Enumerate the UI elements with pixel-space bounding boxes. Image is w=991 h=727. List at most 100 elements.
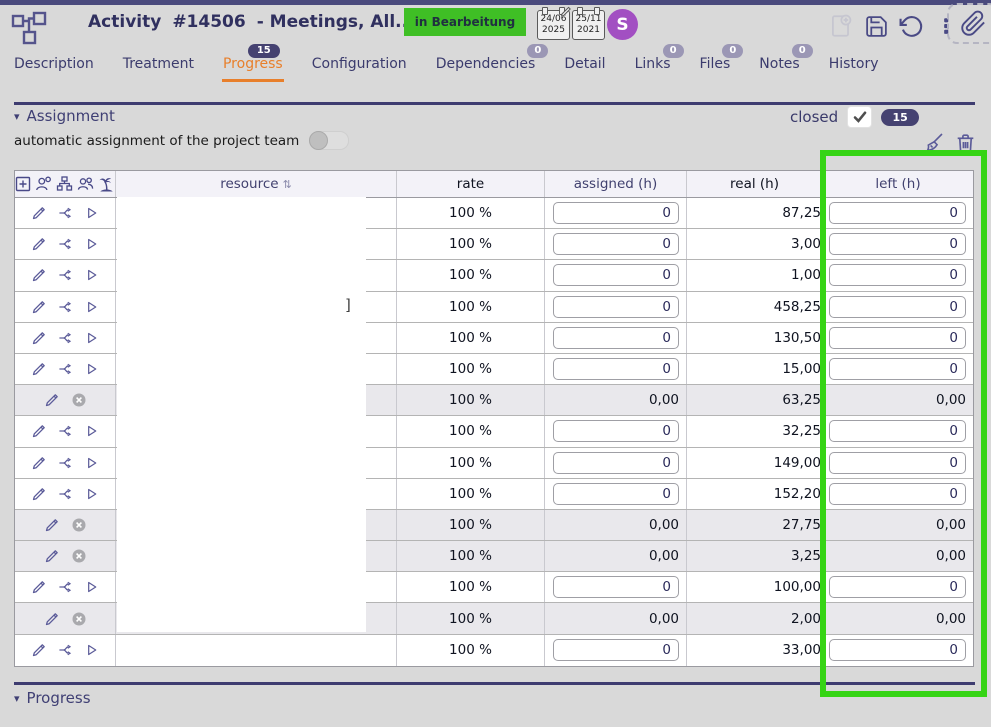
play-icon[interactable]	[84, 423, 99, 439]
attachment-dropzone[interactable]	[947, 3, 991, 44]
progress-section-header[interactable]: ▾ Progress	[14, 689, 91, 707]
assigned-input[interactable]	[553, 420, 679, 442]
play-icon[interactable]	[84, 205, 99, 221]
left-input[interactable]	[829, 483, 966, 505]
split-branch-icon[interactable]	[58, 455, 73, 471]
left-input[interactable]	[829, 264, 966, 286]
auto-assignment-toggle[interactable]	[309, 131, 349, 150]
tab-configuration[interactable]: Configuration	[311, 48, 408, 82]
tab-history[interactable]: History	[828, 48, 880, 82]
edit-pencil-icon[interactable]	[31, 236, 47, 252]
left-input[interactable]	[829, 639, 966, 661]
assigned-input[interactable]	[553, 483, 679, 505]
edit-pencil-icon[interactable]	[44, 611, 60, 627]
edit-pencil-icon[interactable]	[44, 548, 60, 564]
assigned-input[interactable]	[553, 576, 679, 598]
status-badge[interactable]: in Bearbeitung	[404, 8, 526, 36]
play-icon[interactable]	[84, 361, 99, 377]
closed-checkbox[interactable]	[847, 106, 872, 128]
split-branch-icon[interactable]	[58, 267, 73, 283]
edit-pencil-icon[interactable]	[44, 517, 60, 533]
end-date-badge[interactable]: 25/11 2021	[572, 10, 605, 40]
edit-pencil-icon[interactable]	[31, 299, 47, 315]
split-branch-icon[interactable]	[58, 236, 73, 252]
cancel-circle-icon[interactable]	[71, 517, 87, 533]
left-input[interactable]	[829, 296, 966, 318]
play-icon[interactable]	[84, 642, 99, 658]
cancel-circle-icon[interactable]	[71, 392, 87, 408]
palm-island-vacation-icon[interactable]	[98, 176, 115, 192]
edit-pencil-icon[interactable]	[44, 392, 60, 408]
add-document-icon[interactable]	[828, 13, 854, 39]
add-team-icon[interactable]	[77, 176, 94, 192]
tab-progress[interactable]: Progress15	[222, 48, 284, 82]
edit-pencil-icon[interactable]	[31, 579, 47, 595]
left-input[interactable]	[829, 233, 966, 255]
split-branch-icon[interactable]	[58, 579, 73, 595]
edit-pencil-icon[interactable]	[31, 642, 47, 658]
play-icon[interactable]	[84, 486, 99, 502]
split-branch-icon[interactable]	[58, 423, 73, 439]
tab-notes[interactable]: Notes0	[758, 48, 800, 82]
split-branch-icon[interactable]	[58, 642, 73, 658]
split-branch-icon[interactable]	[58, 205, 73, 221]
tab-description[interactable]: Description	[13, 48, 95, 82]
assigned-input[interactable]	[553, 202, 679, 224]
add-row-icon[interactable]	[15, 176, 31, 192]
assigned-input[interactable]	[553, 452, 679, 474]
play-icon[interactable]	[84, 267, 99, 283]
split-branch-icon[interactable]	[58, 330, 73, 346]
left-input[interactable]	[829, 358, 966, 380]
left-input[interactable]	[829, 327, 966, 349]
left-input[interactable]	[829, 452, 966, 474]
assigned-input[interactable]	[553, 296, 679, 318]
play-icon[interactable]	[84, 236, 99, 252]
edit-pencil-icon[interactable]	[31, 267, 47, 283]
left-input[interactable]	[829, 202, 966, 224]
tab-treatment[interactable]: Treatment	[122, 48, 195, 82]
row-actions-cell	[15, 385, 116, 415]
split-branch-icon[interactable]	[58, 299, 73, 315]
tab-detail[interactable]: Detail	[563, 48, 606, 82]
left-input[interactable]	[829, 576, 966, 598]
assigned-input[interactable]	[553, 639, 679, 661]
edit-pencil-icon[interactable]	[31, 205, 47, 221]
org-chart-icon[interactable]	[56, 176, 73, 192]
edit-pencil-icon[interactable]	[31, 361, 47, 377]
assigned-input[interactable]	[553, 327, 679, 349]
save-icon[interactable]	[863, 13, 889, 39]
tab-dependencies[interactable]: Dependencies0	[435, 48, 537, 82]
play-icon[interactable]	[84, 330, 99, 346]
edit-pencil-icon[interactable]	[31, 423, 47, 439]
cancel-circle-icon[interactable]	[71, 548, 87, 564]
play-icon[interactable]	[84, 579, 99, 595]
assigned-input[interactable]	[553, 233, 679, 255]
split-branch-icon[interactable]	[58, 361, 73, 377]
assigned-cell	[545, 572, 687, 602]
split-branch-icon[interactable]	[58, 486, 73, 502]
undo-icon[interactable]	[898, 13, 924, 39]
edit-pencil-icon[interactable]	[31, 486, 47, 502]
edit-pencil-icon[interactable]	[31, 330, 47, 346]
edit-pencil-icon[interactable]	[31, 455, 47, 471]
add-user-icon[interactable]	[35, 176, 52, 192]
left-input[interactable]	[829, 420, 966, 442]
play-icon[interactable]	[84, 455, 99, 471]
play-icon[interactable]	[84, 299, 99, 315]
rate-cell: 100 %	[397, 572, 545, 602]
tab-links[interactable]: Links0	[634, 48, 672, 82]
assigned-input[interactable]	[553, 264, 679, 286]
trash-icon[interactable]	[953, 130, 978, 157]
assigned-input[interactable]	[553, 358, 679, 380]
tab-files[interactable]: Files0	[699, 48, 732, 82]
assignment-section-header[interactable]: ▾ Assignment	[14, 107, 115, 125]
cancel-circle-icon[interactable]	[71, 611, 87, 627]
app-logo-orgchart-icon[interactable]	[10, 10, 48, 46]
column-header-real: real (h)	[687, 171, 823, 197]
rate-cell: 100 %	[397, 385, 545, 415]
start-date-badge[interactable]: 24/06 2025	[537, 10, 570, 40]
sort-icon[interactable]: ⇅	[283, 178, 292, 191]
user-avatar[interactable]: S	[607, 9, 638, 40]
column-header-resource[interactable]: resource ⇅	[116, 171, 397, 197]
broom-clear-icon[interactable]	[922, 130, 946, 157]
